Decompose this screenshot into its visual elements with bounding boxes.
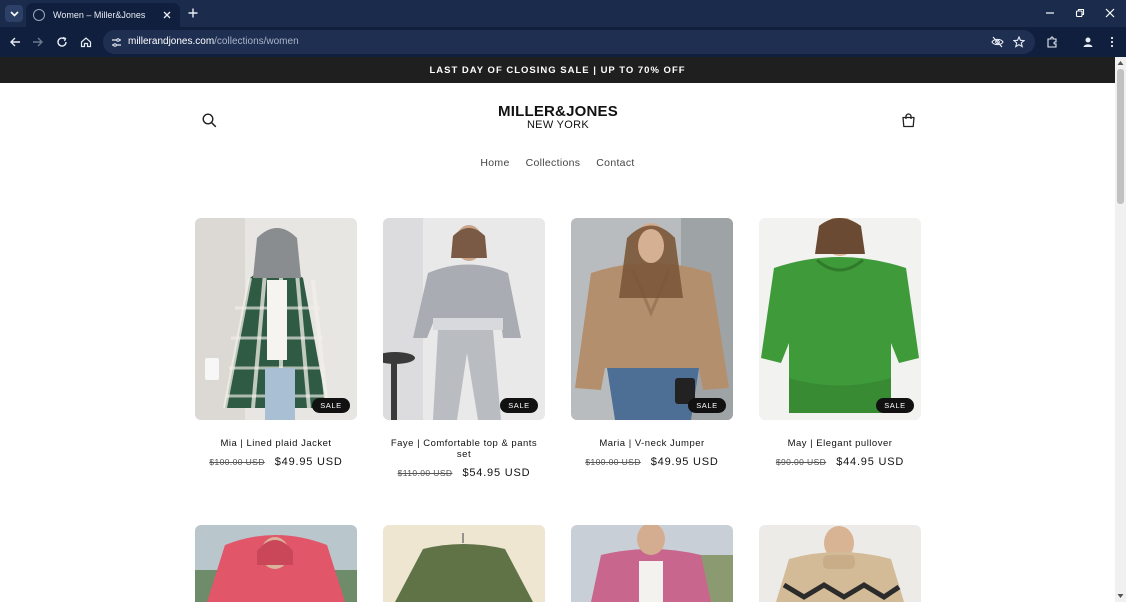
plus-icon	[188, 8, 198, 18]
tab-close-button[interactable]	[161, 9, 173, 21]
product-photo-grey-set	[383, 218, 545, 420]
product-image-faye[interactable]: SALE	[383, 218, 545, 420]
url-text: millerandjones.com/collections/women	[128, 36, 299, 47]
user-icon	[1083, 37, 1093, 47]
original-price: $90.00 USD	[775, 457, 827, 467]
kebab-menu-icon	[1110, 36, 1114, 48]
sale-badge: SALE	[688, 398, 726, 413]
page-content: LAST DAY OF CLOSING SALE | UP TO 70% OFF…	[0, 57, 1115, 602]
home-icon	[80, 37, 92, 48]
browser-toolbar: millerandjones.com/collections/women	[0, 27, 1126, 57]
site-info-icon[interactable]	[110, 36, 122, 48]
address-bar[interactable]: millerandjones.com/collections/women	[103, 30, 1035, 54]
scroll-up-arrow-icon[interactable]	[1117, 60, 1124, 66]
product-image-mia[interactable]: SALE	[195, 218, 357, 420]
sale-price: $49.95 USD	[274, 456, 343, 468]
bookmark-star-icon[interactable]	[1012, 35, 1026, 49]
browser-tab-bar: Women – Miller&Jones	[0, 0, 1126, 27]
product-photo-pink-cardigan	[571, 525, 733, 602]
product-photo-pink-coat	[195, 525, 357, 602]
product-image-row2-4[interactable]	[759, 525, 921, 602]
original-price: $100.00 USD	[585, 457, 641, 467]
sale-price: $44.95 USD	[836, 456, 905, 468]
nav-contact[interactable]: Contact	[596, 157, 634, 169]
globe-icon	[33, 9, 45, 21]
extensions-button[interactable]	[1045, 35, 1059, 49]
browser-menu-button[interactable]	[1105, 35, 1119, 49]
page-scrollbar[interactable]	[1115, 57, 1126, 602]
chevron-down-icon	[9, 10, 19, 17]
close-icon	[163, 11, 171, 19]
arrow-right-icon	[33, 37, 43, 47]
product-image-maria[interactable]: SALE	[571, 218, 733, 420]
original-price: $110.00 USD	[397, 468, 453, 478]
logo-line-1: MILLER&JONES	[498, 103, 618, 120]
restore-icon	[1075, 8, 1085, 18]
product-photo-tan-turtleneck	[759, 525, 921, 602]
scrollbar-thumb[interactable]	[1117, 69, 1124, 204]
home-button[interactable]	[79, 35, 93, 49]
reload-icon	[57, 36, 67, 47]
store-logo[interactable]: MILLER&JONES NEW YORK	[493, 103, 623, 131]
close-icon	[1105, 8, 1115, 18]
original-price: $100.00 USD	[209, 457, 265, 467]
back-button[interactable]	[8, 35, 22, 49]
tab-search-button[interactable]	[5, 5, 23, 22]
product-title[interactable]: May | Elegant pullover	[759, 438, 921, 449]
arrow-left-icon	[10, 37, 20, 47]
product-image-row2-1[interactable]	[195, 525, 357, 602]
product-photo-olive-top	[383, 525, 545, 602]
restore-button[interactable]	[1074, 7, 1086, 19]
minimize-button[interactable]	[1044, 7, 1056, 19]
close-window-button[interactable]	[1104, 7, 1116, 19]
product-title[interactable]: Mia | Lined plaid Jacket	[195, 438, 357, 449]
product-image-row2-2[interactable]	[383, 525, 545, 602]
browser-tab-active[interactable]: Women – Miller&Jones	[26, 3, 180, 27]
minimize-icon	[1046, 12, 1054, 14]
shopping-bag-icon	[901, 112, 915, 127]
product-title[interactable]: Maria | V-neck Jumper	[571, 438, 733, 449]
tab-title: Women – Miller&Jones	[53, 10, 146, 20]
forward-button[interactable]	[31, 35, 45, 49]
nav-collections[interactable]: Collections	[526, 157, 581, 169]
sale-badge: SALE	[876, 398, 914, 413]
reload-button[interactable]	[55, 35, 69, 49]
sale-price: $54.95 USD	[462, 467, 531, 479]
puzzle-icon	[1047, 36, 1057, 48]
product-image-may[interactable]: SALE	[759, 218, 921, 420]
product-image-row2-3[interactable]	[571, 525, 733, 602]
product-title[interactable]: Faye | Comfortable top & pants set	[383, 438, 545, 460]
scroll-down-arrow-icon[interactable]	[1117, 593, 1124, 599]
nav-home[interactable]: Home	[480, 157, 509, 169]
sale-price: $49.95 USD	[650, 456, 719, 468]
product-price: $100.00 USD $49.95 USD	[195, 456, 357, 468]
main-navigation: Home Collections Contact	[0, 157, 1115, 169]
profile-button[interactable]	[1081, 35, 1095, 49]
sale-badge: SALE	[500, 398, 538, 413]
announcement-bar: LAST DAY OF CLOSING SALE | UP TO 70% OFF	[0, 57, 1115, 83]
cart-button[interactable]	[900, 112, 916, 128]
sale-badge: SALE	[312, 398, 350, 413]
logo-line-2: NEW YORK	[526, 119, 590, 131]
product-price: $100.00 USD $49.95 USD	[571, 456, 733, 468]
product-photo-beige-jumper	[571, 218, 733, 420]
product-photo-green-pullover	[759, 218, 921, 420]
product-price: $110.00 USD $54.95 USD	[383, 467, 545, 479]
eye-off-icon[interactable]	[990, 35, 1004, 49]
search-icon	[201, 112, 216, 127]
product-photo-plaid-jacket	[195, 218, 357, 420]
new-tab-button[interactable]	[186, 6, 200, 20]
search-button[interactable]	[201, 112, 217, 128]
product-price: $90.00 USD $44.95 USD	[759, 456, 921, 468]
